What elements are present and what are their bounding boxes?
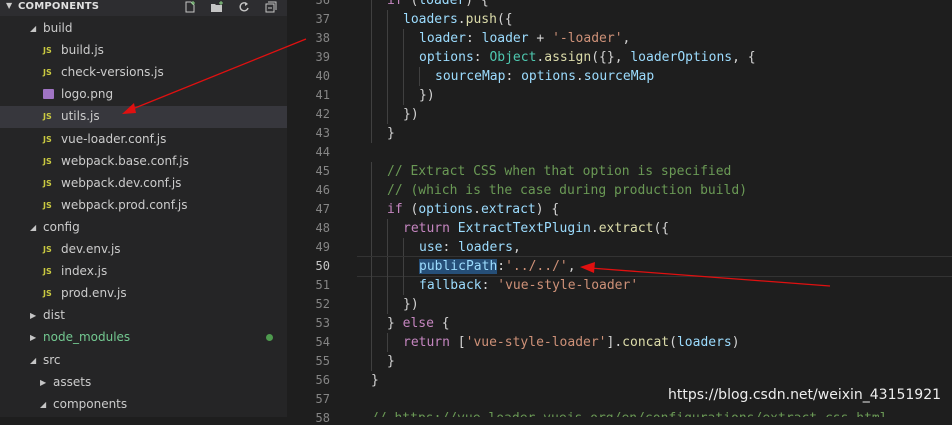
watermark: https://blog.csdn.net/weixin_43151921: [668, 387, 942, 403]
annotation-arrow-to-utils: [122, 38, 307, 114]
annotation-arrow-to-publicpath: [580, 262, 831, 287]
annotation-overlay: [122, 38, 831, 287]
